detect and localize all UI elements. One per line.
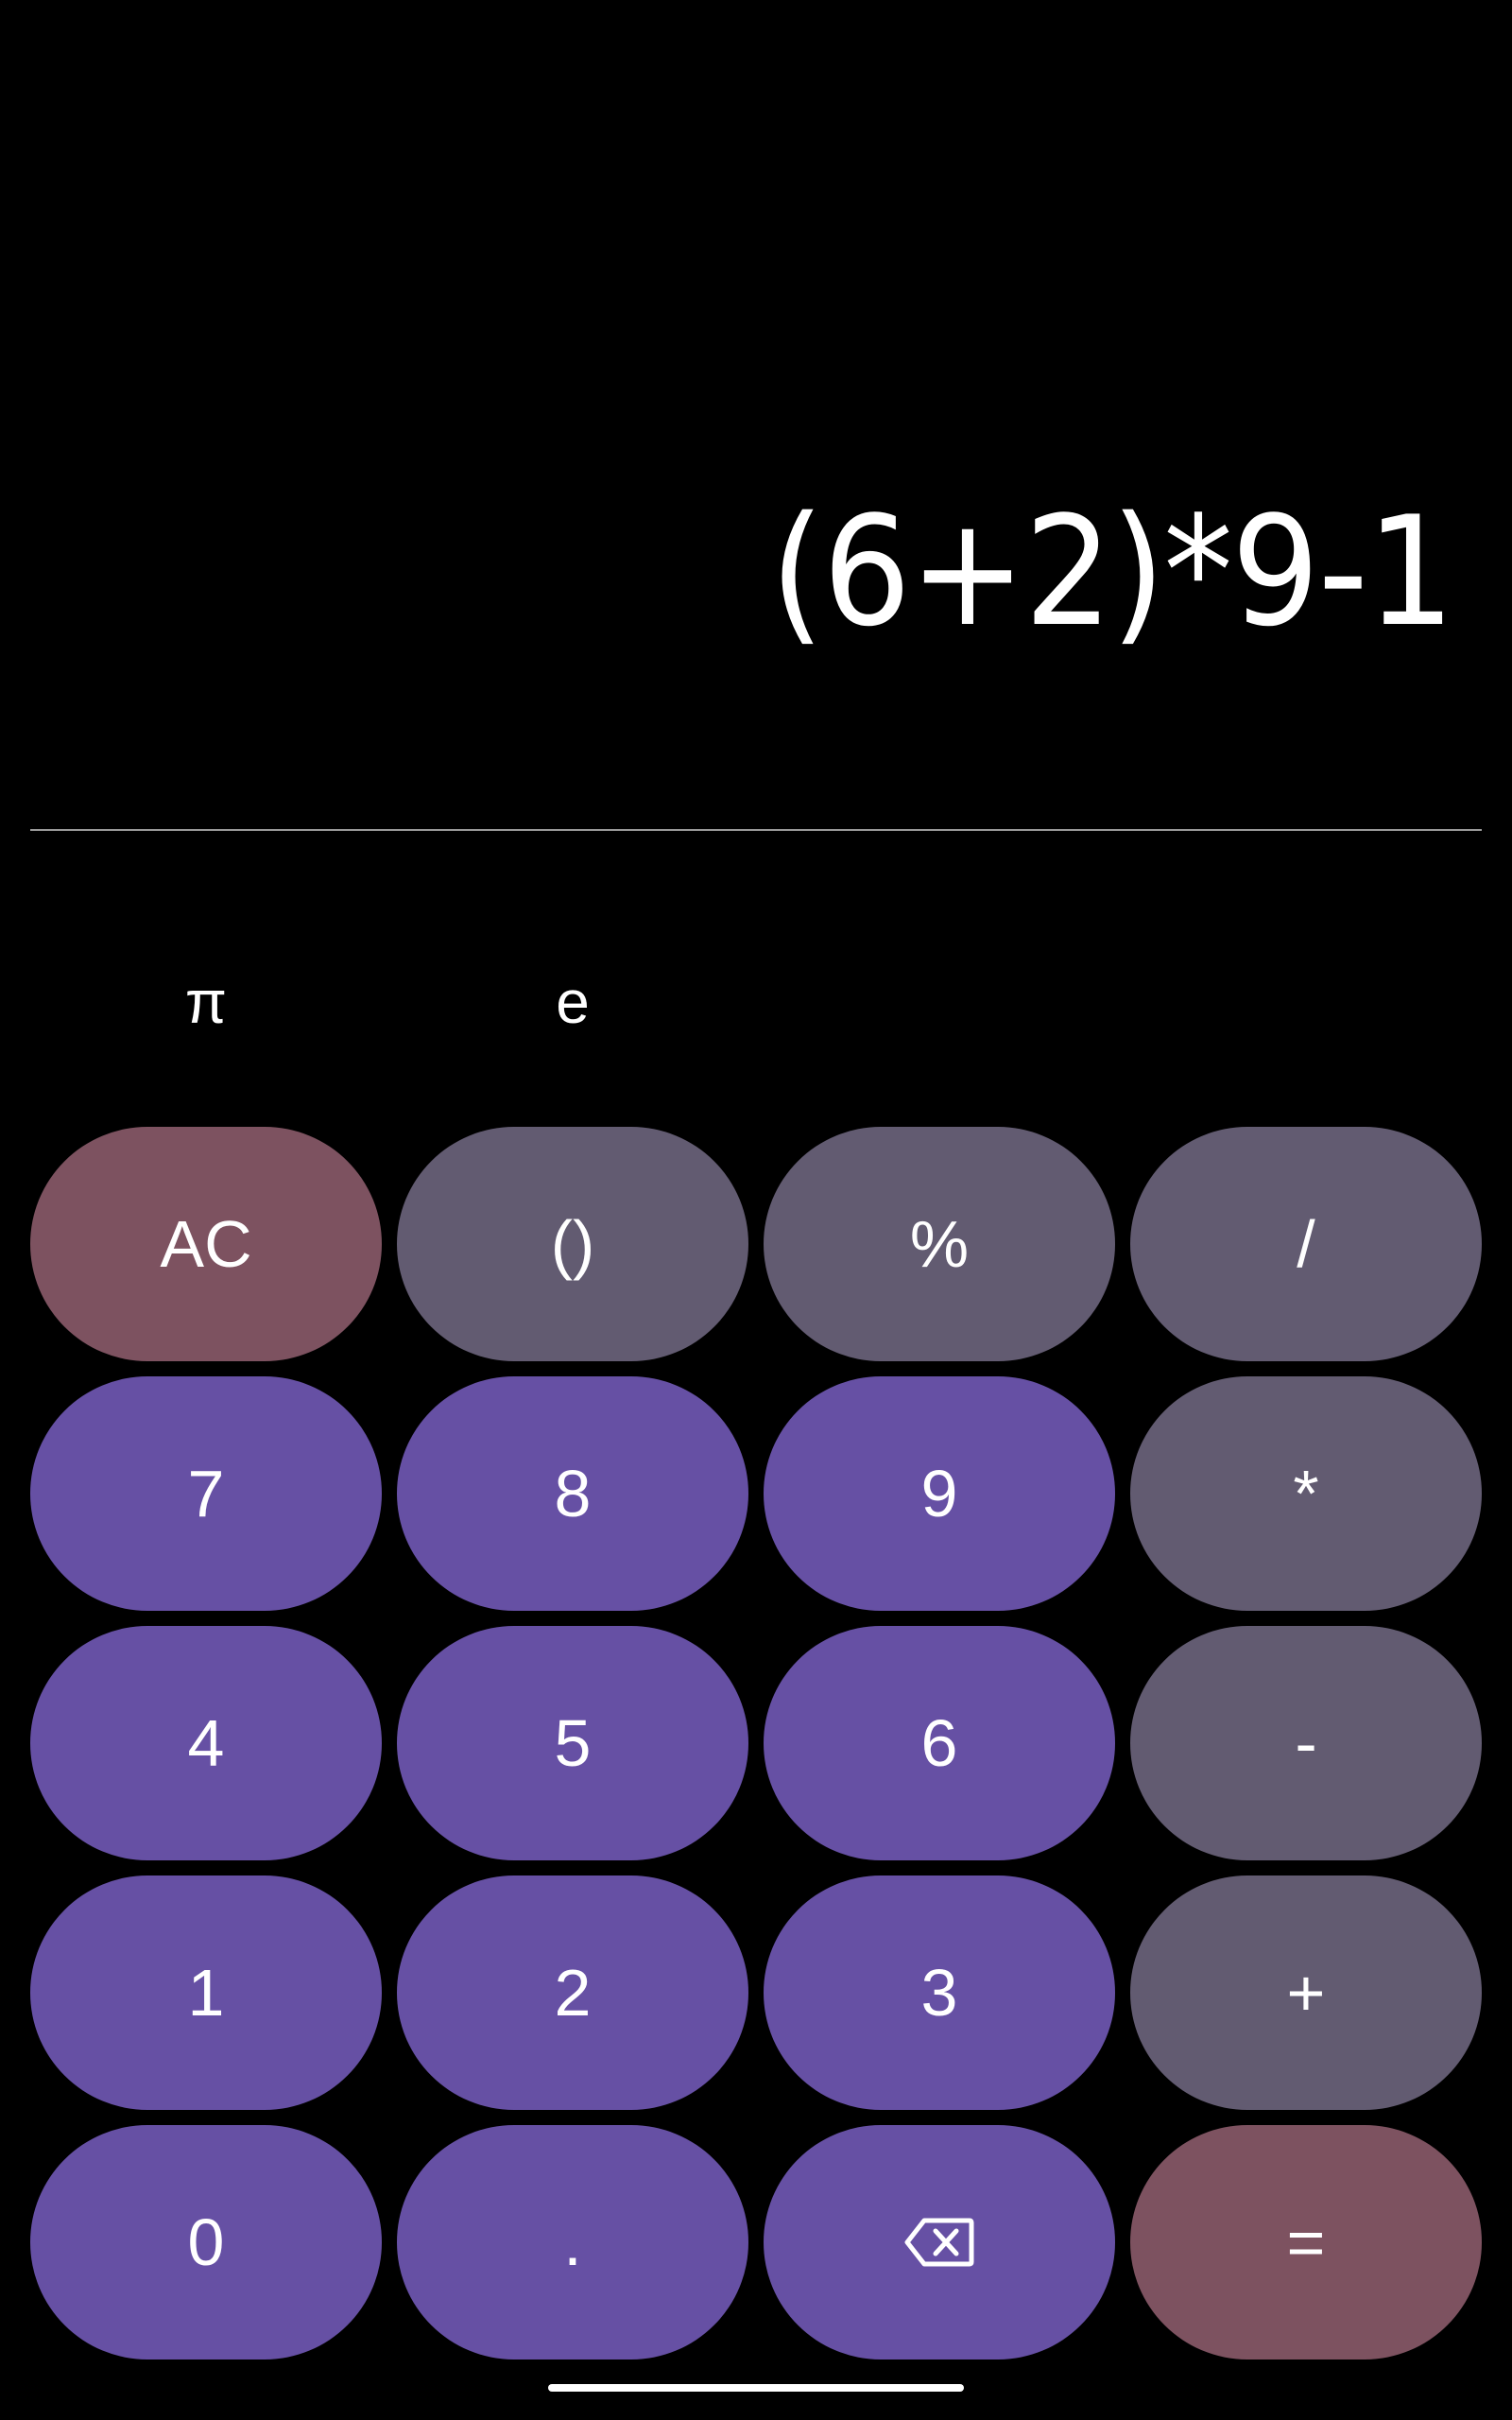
- divide-button[interactable]: /: [1130, 1127, 1482, 1361]
- display-area: (6+2)*9-1: [0, 0, 1512, 830]
- digit-2-button[interactable]: 2: [397, 1876, 748, 2110]
- expression-display[interactable]: (6+2)*9-1: [770, 496, 1455, 648]
- digit-1-button[interactable]: 1: [30, 1876, 382, 2110]
- minus-button[interactable]: -: [1130, 1626, 1482, 1860]
- multiply-button[interactable]: *: [1130, 1376, 1482, 1611]
- calculator-screen: (6+2)*9-1 π e AC () % / 7 8 9 * 4 5 6 - …: [0, 0, 1512, 2420]
- backspace-button[interactable]: [764, 2125, 1115, 2360]
- digit-9-button[interactable]: 9: [764, 1376, 1115, 1611]
- digit-8-button[interactable]: 8: [397, 1376, 748, 1611]
- clear-button[interactable]: AC: [30, 1127, 382, 1361]
- pi-key[interactable]: π: [30, 945, 382, 1059]
- home-indicator[interactable]: [548, 2384, 964, 2392]
- parentheses-button[interactable]: (): [397, 1127, 748, 1361]
- decimal-button[interactable]: .: [397, 2125, 748, 2360]
- digit-0-button[interactable]: 0: [30, 2125, 382, 2360]
- digit-6-button[interactable]: 6: [764, 1626, 1115, 1860]
- equals-button[interactable]: =: [1130, 2125, 1482, 2360]
- percent-button[interactable]: %: [764, 1127, 1115, 1361]
- constants-row: π e: [0, 945, 1512, 1059]
- backspace-icon: [904, 2218, 974, 2267]
- digit-5-button[interactable]: 5: [397, 1626, 748, 1860]
- keypad: AC () % / 7 8 9 * 4 5 6 - 1 2 3 + 0 . =: [30, 1127, 1482, 2360]
- display-divider: [30, 829, 1482, 831]
- digit-7-button[interactable]: 7: [30, 1376, 382, 1611]
- digit-3-button[interactable]: 3: [764, 1876, 1115, 2110]
- plus-button[interactable]: +: [1130, 1876, 1482, 2110]
- e-key[interactable]: e: [397, 945, 748, 1059]
- digit-4-button[interactable]: 4: [30, 1626, 382, 1860]
